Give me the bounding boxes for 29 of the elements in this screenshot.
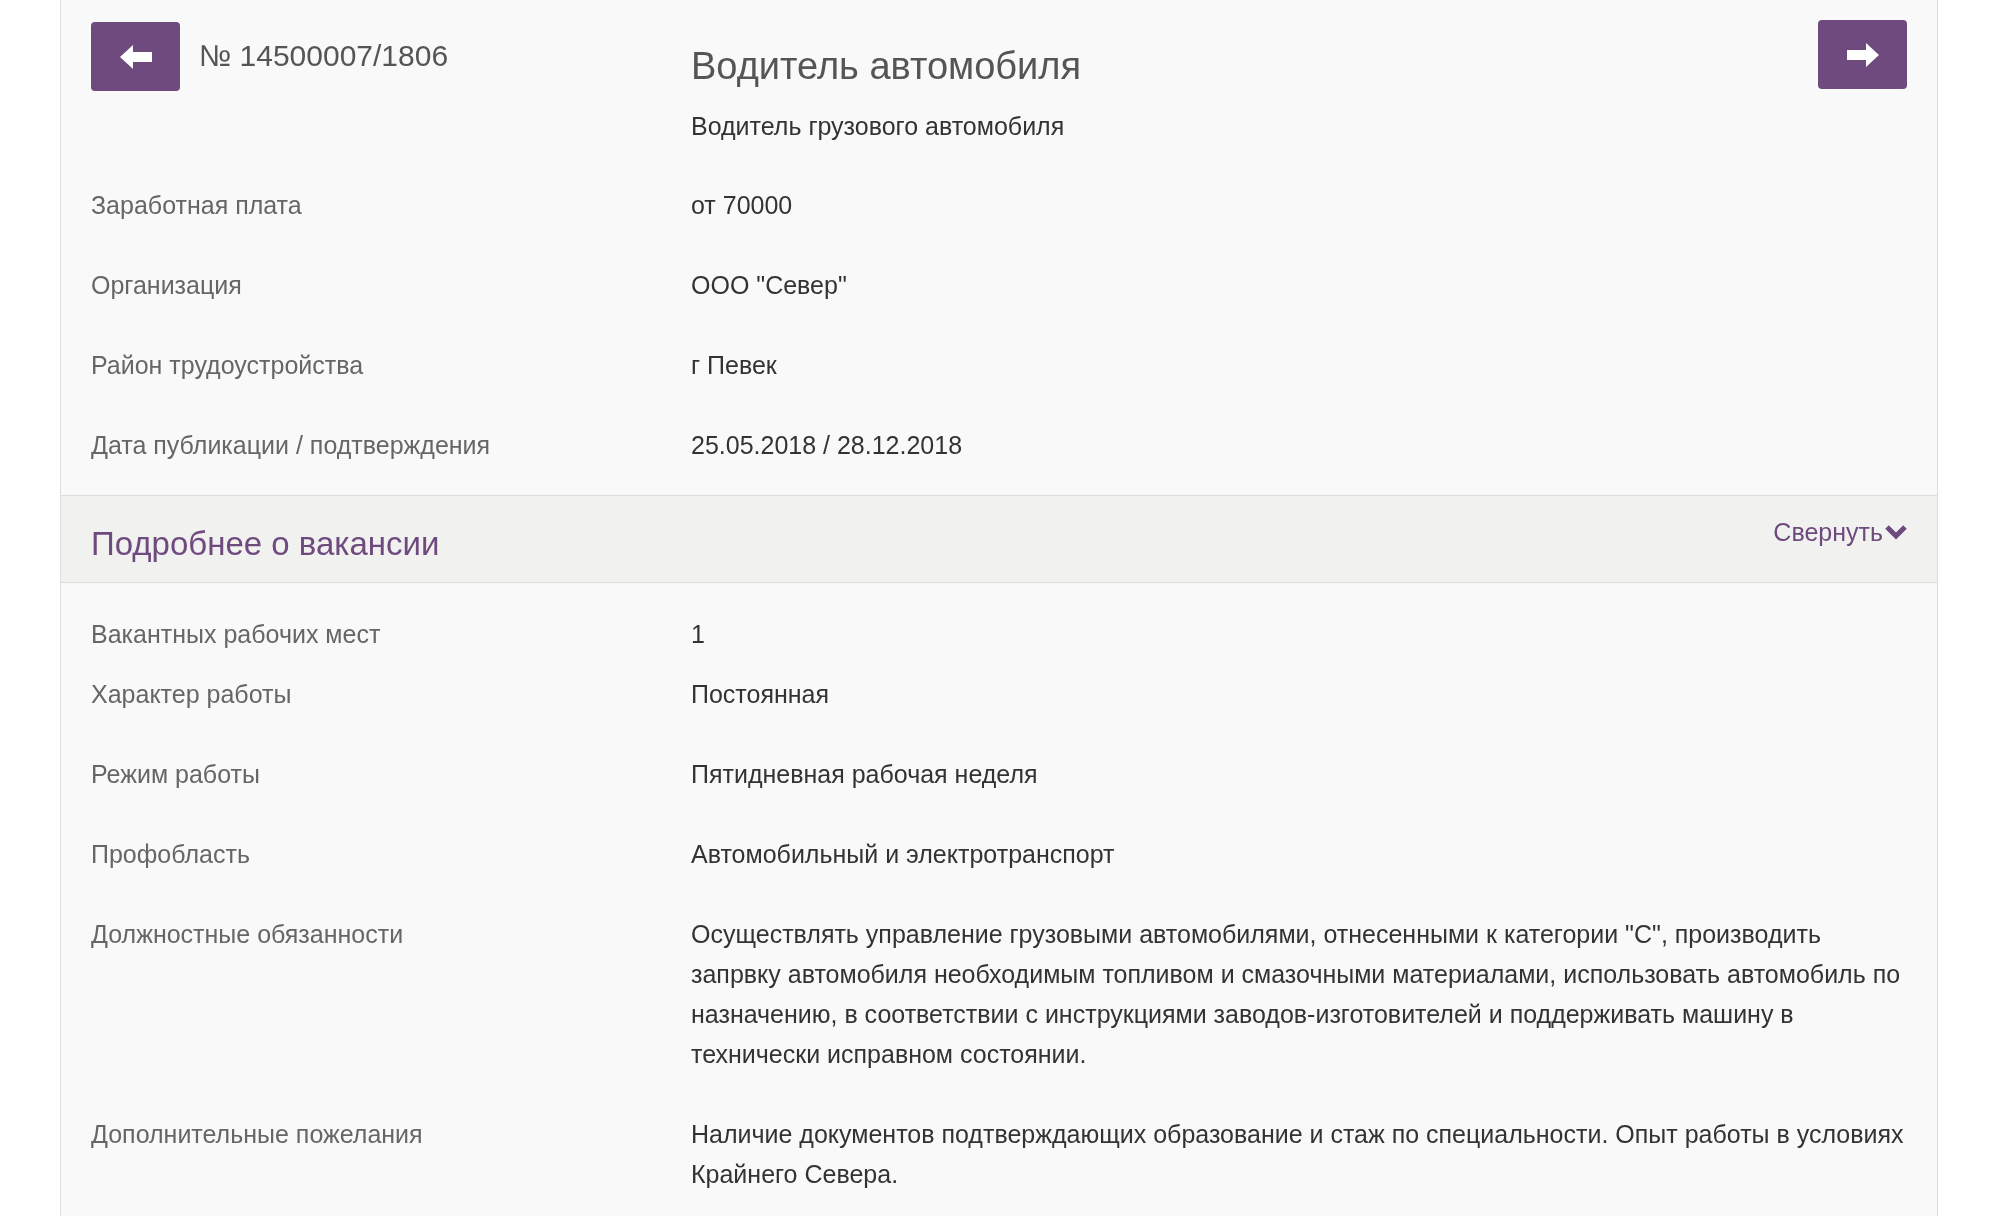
vacancy-subtitle: Водитель грузового автомобиля — [691, 111, 1066, 142]
field-label: Заработная плата — [91, 190, 303, 221]
field-label: Дополнительные пожелания — [91, 1119, 424, 1150]
field-value: г Певек — [691, 350, 778, 381]
field-label: Дата публикации / подтверждения — [91, 430, 492, 461]
field-value: Пятидневная рабочая неделя — [691, 759, 1039, 790]
section-title: Подробнее о вакансии — [91, 525, 440, 563]
field-label: Профобласть — [91, 839, 251, 870]
field-value: Осуществлять управление грузовыми автомобилями, отнесенными к категории "С", производить запрвку автомобиля необходимым топливом и смазочными материалами, использовать автомобиль по назначению, в соответствии с инструкциями заводов-изготовителей и поддерживать машину в технически исправном состоянии. — [691, 919, 1902, 1070]
field-value: Наличие документов подтверждающих образование и стаж по специальности. Опыт работы в условиях Крайнего Севера. — [691, 1119, 1905, 1190]
field-label: Район трудоустройства — [91, 350, 365, 381]
field-value: Постоянная — [691, 679, 831, 710]
chevron-icon — [1885, 524, 1907, 540]
field-label: Характер работы — [91, 679, 293, 710]
field-value: 1 — [691, 619, 706, 650]
field-value: ООО "Север" — [691, 270, 848, 301]
field-value: Автомобильный и электротранспорт — [691, 839, 1116, 870]
field-value: 25.05.2018 / 28.12.2018 — [691, 430, 964, 461]
right-arrow-icon — [1844, 40, 1881, 69]
field-label: Организация — [91, 270, 243, 301]
field-label: Должностные обязанности — [91, 919, 405, 950]
field-value: от 70000 — [691, 190, 794, 221]
forward-button[interactable] — [1818, 20, 1907, 89]
field-label: Вакантных рабочих мест — [91, 619, 382, 650]
vacancy-title: Водитель автомобиля — [691, 44, 1083, 88]
vacancy-number: № 14500007/1806 — [199, 39, 449, 73]
field-label: Режим работы — [91, 759, 261, 790]
collapse-link[interactable]: Свернуть — [1773, 517, 1907, 547]
back-button[interactable] — [91, 22, 180, 91]
